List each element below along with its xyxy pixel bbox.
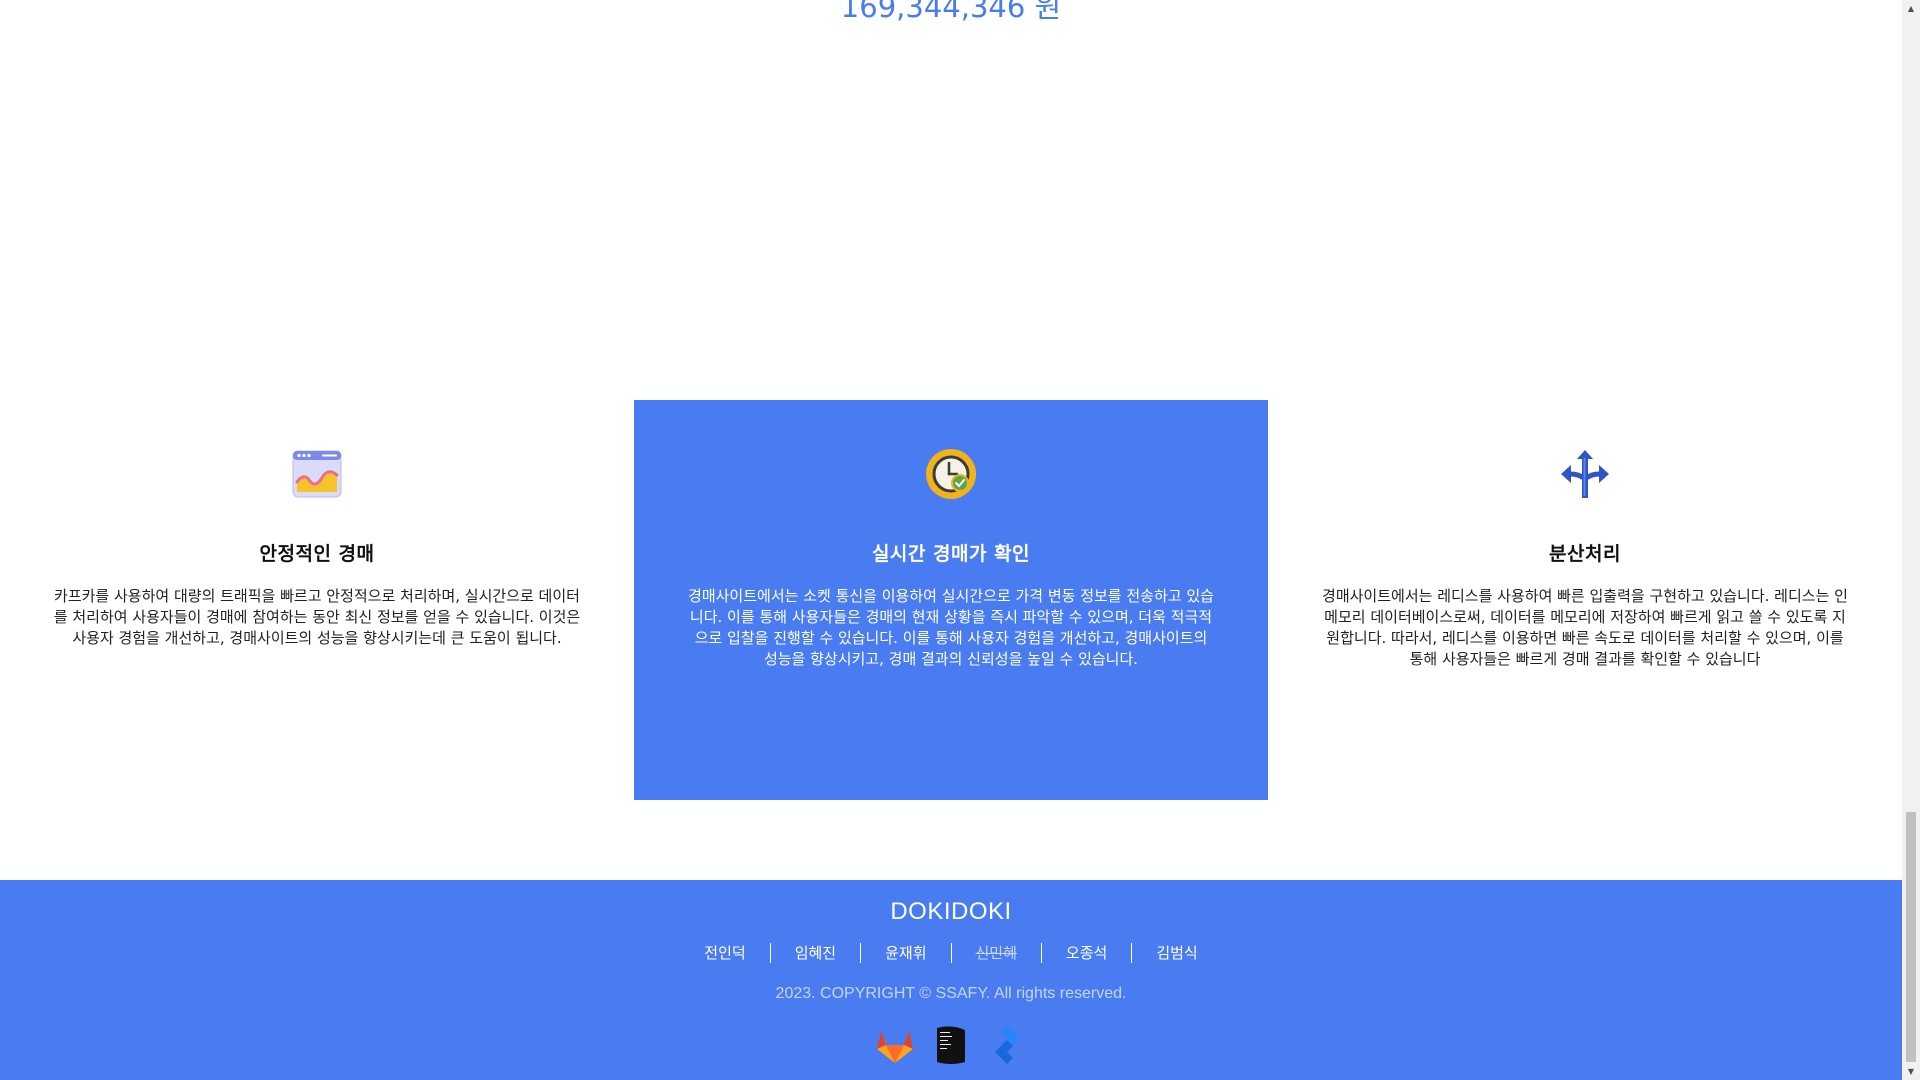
scroll-up-icon[interactable]: ▲ bbox=[1902, 0, 1920, 17]
member-name: 임혜진 bbox=[771, 943, 862, 963]
vertical-scrollbar[interactable]: ▲ ▼ bbox=[1902, 0, 1920, 1080]
footer: DOKIDOKI 전인덕 임혜진 윤재휘 신민혜 오종석 김범식 2023. C… bbox=[0, 880, 1902, 1080]
feature-description: 카프카를 사용하여 대량의 트래픽을 빠르고 안정적으로 처리하며, 실시간으로… bbox=[53, 587, 581, 647]
feature-title: 안정적인 경매 bbox=[259, 543, 375, 565]
feature-card-stable-auction: 안정적인 경매 카프카를 사용하여 대량의 트래픽을 빠르고 안정적으로 처리하… bbox=[0, 400, 634, 800]
member-name: 신민혜 bbox=[952, 943, 1042, 963]
feature-card-distributed: 분산처리 경매사이트에서는 레디스를 사용하여 빠른 입출력을 구현하고 있습니… bbox=[1268, 400, 1902, 800]
jira-icon[interactable] bbox=[986, 1024, 1028, 1066]
member-name: 전인덕 bbox=[680, 943, 771, 963]
current-price: 169,344,346 원 bbox=[840, 0, 1062, 24]
member-name: 오종석 bbox=[1042, 943, 1133, 963]
scroll-down-icon[interactable]: ▼ bbox=[1902, 1063, 1920, 1080]
feature-title: 분산처리 bbox=[1549, 543, 1621, 565]
member-name: 윤재휘 bbox=[861, 943, 952, 963]
footer-brand: DOKIDOKI bbox=[890, 898, 1012, 925]
gitlab-icon[interactable] bbox=[874, 1024, 916, 1066]
split-arrows-icon bbox=[1559, 448, 1611, 502]
chart-window-icon bbox=[292, 448, 342, 502]
member-name: 김범식 bbox=[1156, 944, 1198, 962]
tool-logos bbox=[0, 1024, 1902, 1066]
feature-title: 실시간 경매가 확인 bbox=[871, 543, 1031, 565]
scrollbar-thumb[interactable] bbox=[1906, 812, 1916, 1062]
features-section: 안정적인 경매 카프카를 사용하여 대량의 트래픽을 빠르고 안정적으로 처리하… bbox=[0, 400, 1902, 800]
clock-check-icon bbox=[925, 448, 977, 502]
feature-description: 경매사이트에서는 레디스를 사용하여 빠른 입출력을 구현하고 있습니다. 레디… bbox=[1322, 587, 1848, 668]
page: 169,344,346 원 안정적인 경매 카프카를 사용하여 대량의 트래픽을… bbox=[0, 0, 1902, 1080]
notion-icon[interactable] bbox=[930, 1024, 972, 1066]
price-section: 169,344,346 원 bbox=[0, 0, 1902, 26]
team-members: 전인덕 임혜진 윤재휘 신민혜 오종석 김범식 bbox=[0, 943, 1902, 963]
feature-description: 경매사이트에서는 소켓 통신을 이용하여 실시간으로 가격 변동 정보를 전송하… bbox=[688, 587, 1214, 668]
feature-card-realtime-price: 실시간 경매가 확인 경매사이트에서는 소켓 통신을 이용하여 실시간으로 가격… bbox=[634, 400, 1268, 800]
copyright: 2023. COPYRIGHT © SSAFY. All rights rese… bbox=[775, 985, 1127, 1002]
